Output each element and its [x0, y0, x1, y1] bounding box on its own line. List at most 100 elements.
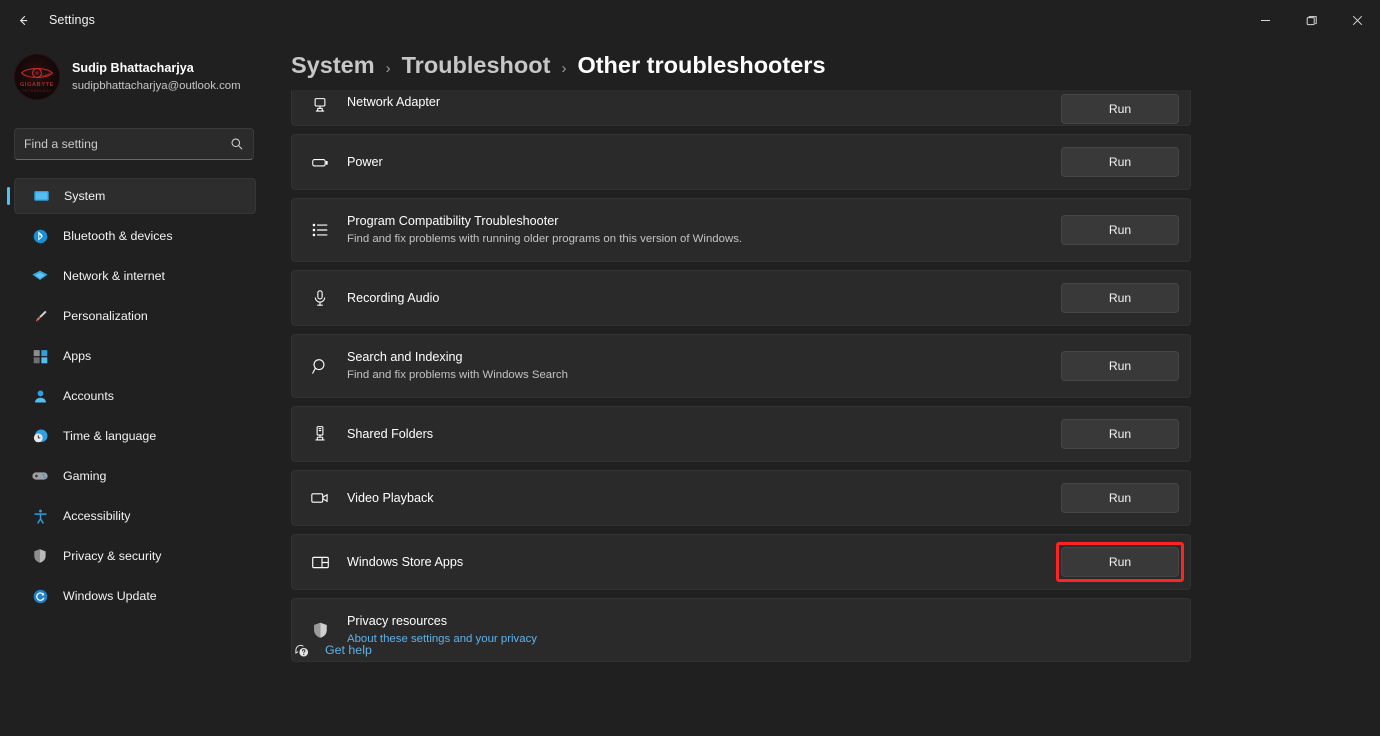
sidebar-item-accessibility[interactable]: Accessibility [14, 498, 256, 534]
breadcrumb-troubleshoot[interactable]: Troubleshoot [402, 52, 551, 79]
magnifier-icon [309, 355, 331, 377]
accessibility-icon [30, 506, 50, 526]
sidebar-item-label: Personalization [63, 309, 148, 323]
sidebar-nav: System Bluetooth & devices Network & int… [0, 178, 270, 618]
table-row[interactable]: Power Run [291, 134, 1191, 190]
wifi-icon [30, 266, 50, 286]
table-row[interactable]: Network Adapter Run [291, 90, 1191, 126]
clock-globe-icon [30, 426, 50, 446]
sidebar-item-label: Accounts [63, 389, 114, 403]
display-icon [31, 186, 51, 206]
run-button-wrapper: Run [1061, 351, 1179, 381]
minimize-button[interactable] [1242, 0, 1288, 40]
privacy-link[interactable]: About these settings and your privacy [347, 632, 1179, 647]
run-button[interactable]: Run [1061, 483, 1179, 513]
table-row[interactable]: Search and Indexing Find and fix problem… [291, 334, 1191, 398]
run-button-wrapper-highlighted: Run [1056, 542, 1184, 582]
privacy-title: Privacy resources [347, 614, 448, 629]
page-title: Other troubleshooters [577, 52, 826, 78]
sidebar-item-system[interactable]: System [7, 178, 256, 214]
avatar-brand-sub: TECHNOLOGY [21, 89, 53, 93]
sidebar-item-label: Bluetooth & devices [63, 229, 173, 243]
table-row[interactable]: Program Compatibility Troubleshooter Fin… [291, 198, 1191, 262]
run-button[interactable]: Run [1061, 147, 1179, 177]
help-bubble-icon [291, 640, 311, 660]
sidebar: GIGABYTE TECHNOLOGY Sudip Bhattacharjya … [0, 40, 270, 736]
run-button[interactable]: Run [1061, 419, 1179, 449]
sidebar-item-accounts[interactable]: Accounts [14, 378, 256, 414]
sidebar-item-windows-update[interactable]: Windows Update [14, 578, 256, 614]
person-icon [30, 386, 50, 406]
privacy-resources-row[interactable]: Privacy resources About these settings a… [291, 598, 1191, 662]
breadcrumb-separator: › [561, 60, 567, 77]
run-button-wrapper: Run [1061, 147, 1179, 177]
update-icon [30, 586, 50, 606]
avatar-brand: GIGABYTE [19, 82, 54, 88]
sidebar-item-bluetooth-devices[interactable]: Bluetooth & devices [14, 218, 256, 254]
server-icon [309, 423, 331, 445]
row-subtitle: Find and fix problems with Windows Searc… [347, 368, 568, 381]
get-help-label: Get help [325, 643, 372, 657]
camcorder-icon [309, 487, 331, 509]
run-button-wrapper: Run [1061, 483, 1179, 513]
search-input[interactable] [24, 137, 230, 151]
row-title: Program Compatibility Troubleshooter [347, 214, 559, 229]
title-bar: Settings [0, 0, 1380, 40]
run-button[interactable]: Run [1061, 351, 1179, 381]
breadcrumb: System › Troubleshoot › Other troublesho… [291, 52, 826, 79]
content-area: System › Troubleshoot › Other troublesho… [270, 40, 1380, 736]
sidebar-item-time-language[interactable]: Time & language [14, 418, 256, 454]
row-title: Network Adapter [347, 95, 441, 109]
run-button[interactable]: Run [1061, 283, 1179, 313]
avatar: GIGABYTE TECHNOLOGY [14, 54, 60, 100]
row-title: Power [347, 154, 383, 169]
run-button-wrapper: Run [1061, 283, 1179, 313]
run-button[interactable]: Run [1061, 547, 1179, 577]
sidebar-item-label: System [64, 189, 106, 203]
breadcrumb-system[interactable]: System [291, 52, 375, 79]
profile-email: sudipbhattacharjya@outlook.com [72, 79, 241, 92]
table-row[interactable]: Recording Audio Run [291, 270, 1191, 326]
list-icon [309, 219, 331, 241]
get-help[interactable]: Get help [291, 640, 372, 660]
sidebar-item-label: Privacy & security [63, 549, 162, 563]
paintbrush-icon [30, 306, 50, 326]
close-button[interactable] [1334, 0, 1380, 40]
window-controls [1242, 0, 1380, 40]
run-button-wrapper: Run [1061, 419, 1179, 449]
row-title: Search and Indexing [347, 350, 463, 365]
sidebar-item-label: Windows Update [63, 589, 157, 603]
search-icon [230, 137, 244, 151]
search-box[interactable] [14, 128, 254, 160]
sidebar-item-apps[interactable]: Apps [14, 338, 256, 374]
table-row[interactable]: Video Playback Run [291, 470, 1191, 526]
back-button[interactable] [6, 5, 40, 35]
run-button[interactable]: Run [1061, 215, 1179, 245]
table-row[interactable]: Shared Folders Run [291, 406, 1191, 462]
sidebar-item-personalization[interactable]: Personalization [14, 298, 256, 334]
sidebar-item-network-internet[interactable]: Network & internet [14, 258, 256, 294]
profile-name: Sudip Bhattacharjya [72, 61, 194, 75]
store-apps-icon [309, 551, 331, 573]
maximize-button[interactable] [1288, 0, 1334, 40]
microphone-icon [309, 287, 331, 309]
app-title: Settings [49, 13, 95, 27]
sidebar-item-label: Network & internet [63, 269, 165, 283]
gamepad-icon [30, 466, 50, 486]
run-button-wrapper: Run [1061, 94, 1179, 124]
sidebar-item-gaming[interactable]: Gaming [14, 458, 256, 494]
table-row[interactable]: Windows Store Apps Run [291, 534, 1191, 590]
apps-grid-icon [30, 346, 50, 366]
bluetooth-icon [30, 226, 50, 246]
row-subtitle: Find and fix problems with running older… [347, 232, 743, 245]
user-profile[interactable]: GIGABYTE TECHNOLOGY Sudip Bhattacharjya … [0, 40, 270, 102]
row-title: Windows Store Apps [347, 554, 464, 569]
row-title: Recording Audio [347, 290, 440, 305]
sidebar-item-privacy-security[interactable]: Privacy & security [14, 538, 256, 574]
shield-icon [309, 619, 331, 641]
run-button[interactable]: Run [1061, 94, 1179, 124]
sidebar-item-label: Apps [63, 349, 92, 363]
shield-icon [30, 546, 50, 566]
troubleshooter-list: Network Adapter Run Power Run Program Co… [291, 90, 1191, 670]
row-title: Shared Folders [347, 426, 434, 441]
